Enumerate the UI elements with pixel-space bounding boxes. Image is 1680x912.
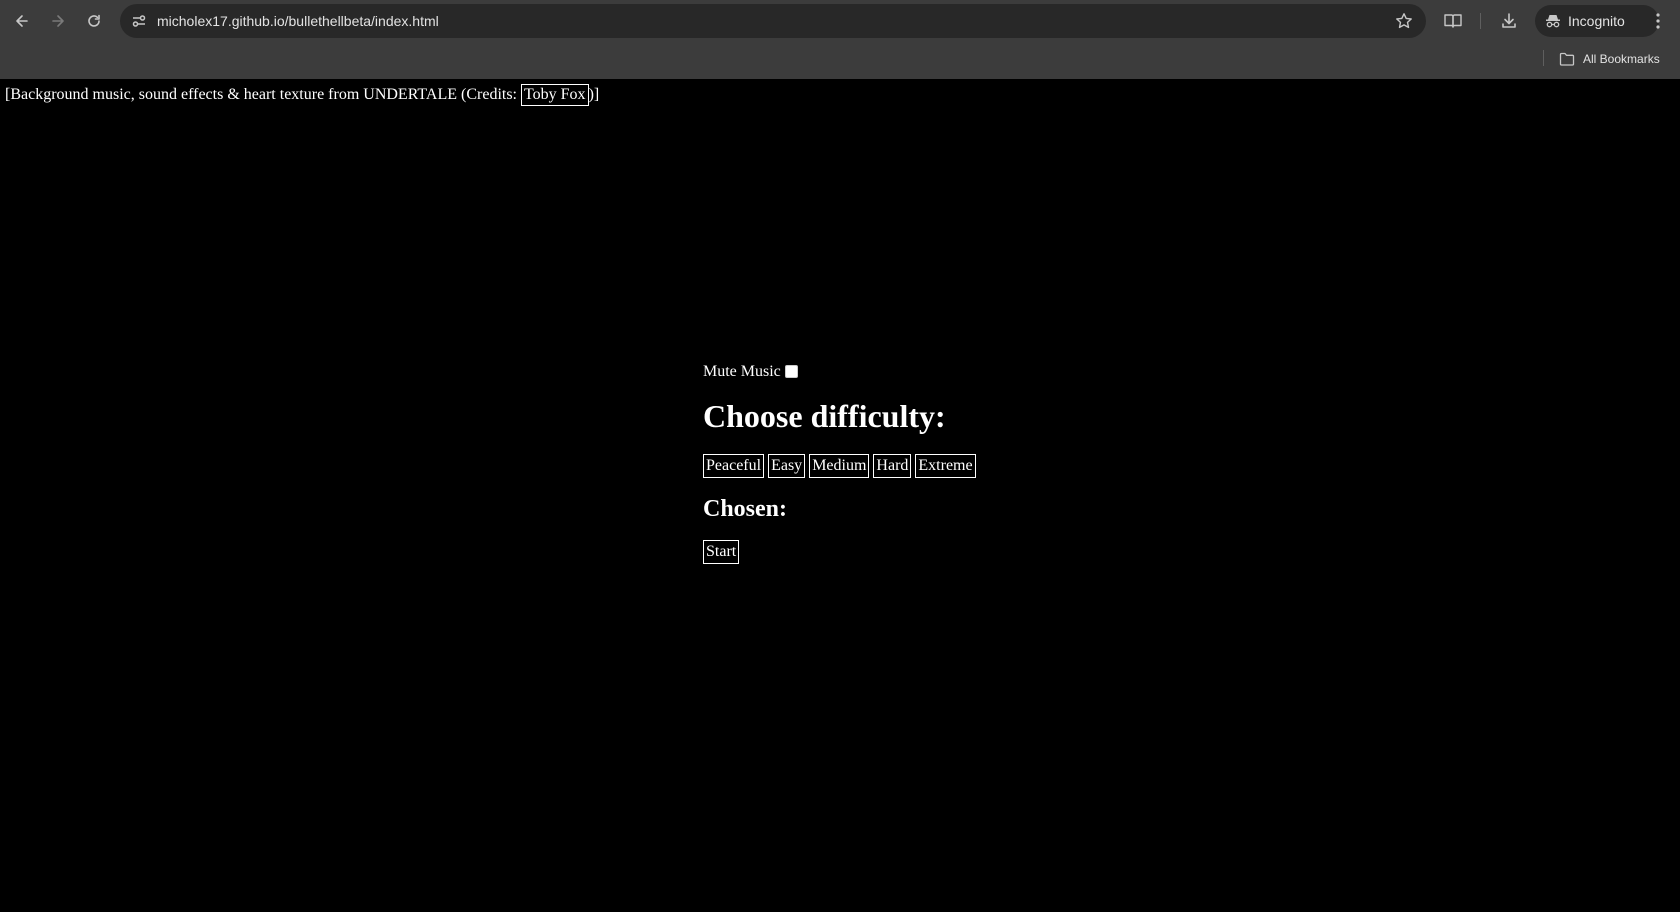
difficulty-medium-button[interactable]: Medium <box>809 454 870 478</box>
difficulty-hard-button[interactable]: Hard <box>873 454 912 478</box>
site-info-icon[interactable] <box>129 11 149 31</box>
forward-arrow-icon <box>52 15 64 27</box>
folder-icon <box>1559 52 1575 66</box>
mute-music-row: Mute Music <box>703 360 798 384</box>
browser-toolbar: micholex17.github.io/bullethellbeta/inde… <box>0 0 1680 42</box>
download-icon[interactable] <box>1497 9 1521 33</box>
page-content: [Background music, sound effects & heart… <box>0 79 1680 912</box>
forward-button[interactable] <box>46 9 70 33</box>
incognito-button[interactable]: Incognito <box>1535 5 1659 37</box>
url-text[interactable]: micholex17.github.io/bullethellbeta/inde… <box>157 12 439 30</box>
start-button[interactable]: Start <box>703 540 740 564</box>
browser-chrome: micholex17.github.io/bullethellbeta/inde… <box>0 0 1680 79</box>
reload-icon <box>88 14 100 27</box>
back-arrow-icon <box>16 15 28 27</box>
mute-music-label: Mute Music <box>703 363 781 380</box>
credits-line: [Background music, sound effects & heart… <box>5 84 599 106</box>
difficulty-heading: Choose difficulty: <box>703 398 946 434</box>
browser-menu-icon[interactable] <box>1646 9 1670 33</box>
all-bookmarks-button[interactable]: All Bookmarks <box>1559 48 1660 70</box>
difficulty-buttons: Peaceful Easy Medium Hard Extreme <box>703 454 976 478</box>
bookmark-star-icon[interactable] <box>1394 11 1414 31</box>
mute-music-checkbox[interactable] <box>784 364 798 378</box>
reading-mode-icon[interactable] <box>1441 9 1465 33</box>
game-menu: Mute Music Choose difficulty: Peaceful E… <box>703 360 976 564</box>
chosen-difficulty-label: Chosen: <box>703 496 788 522</box>
bookmarks-separator <box>1543 50 1544 66</box>
all-bookmarks-label: All Bookmarks <box>1583 52 1660 66</box>
address-bar[interactable]: micholex17.github.io/bullethellbeta/inde… <box>120 4 1426 38</box>
toby-fox-credit-button[interactable]: Toby Fox <box>521 84 589 106</box>
back-button[interactable] <box>10 9 34 33</box>
incognito-label: Incognito <box>1568 13 1625 29</box>
incognito-icon <box>1545 14 1561 28</box>
reload-button[interactable] <box>82 9 106 33</box>
credits-suffix: )] <box>588 86 600 103</box>
bookmarks-bar: All Bookmarks <box>0 42 1680 79</box>
credits-prefix: [Background music, sound effects & heart… <box>5 86 521 103</box>
toolbar-separator <box>1480 13 1481 29</box>
difficulty-extreme-button[interactable]: Extreme <box>915 454 976 478</box>
difficulty-peaceful-button[interactable]: Peaceful <box>703 454 765 478</box>
difficulty-easy-button[interactable]: Easy <box>768 454 806 478</box>
